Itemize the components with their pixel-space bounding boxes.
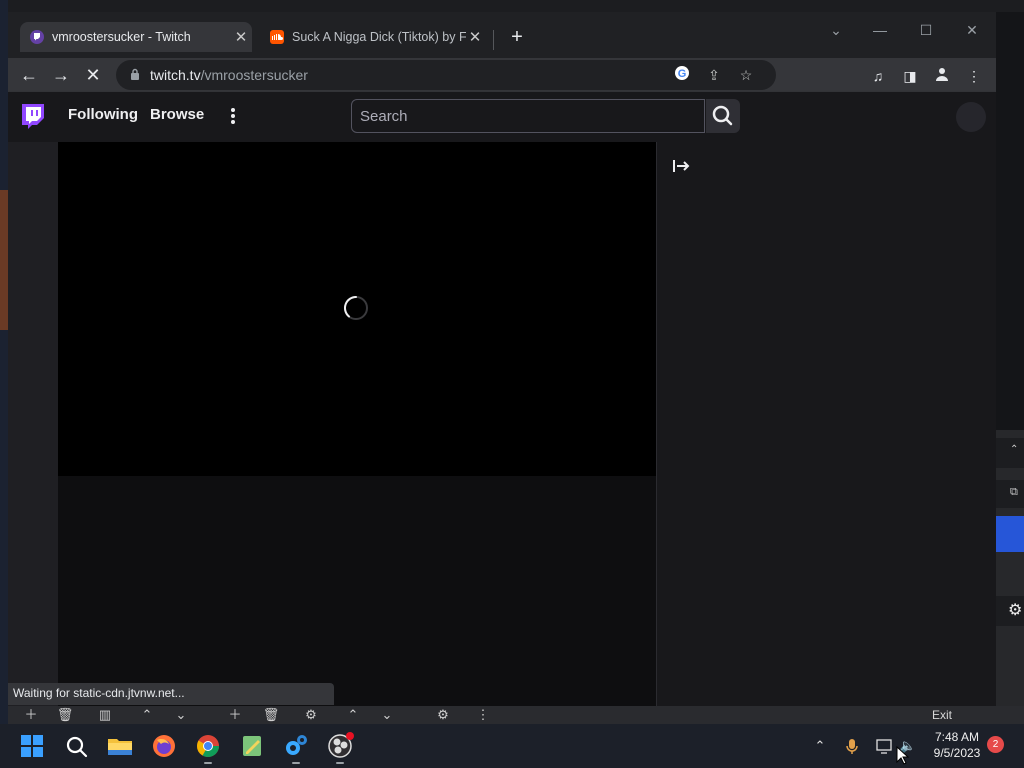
maximize-icon[interactable]: ☐	[904, 16, 948, 44]
tab-search-icon[interactable]: ⌄	[814, 16, 858, 44]
close-tab-icon[interactable]: ✕	[466, 28, 484, 46]
network-icon[interactable]	[874, 736, 894, 756]
taskbar: ⌃ 🔈 7:48 AM 9/5/2023 2	[0, 724, 1024, 768]
share-icon[interactable]: ⇪	[704, 65, 724, 85]
following-link[interactable]: Following	[68, 106, 138, 123]
profile-icon[interactable]	[932, 66, 952, 86]
clock-date: 9/5/2023	[933, 746, 981, 760]
search-button[interactable]	[706, 99, 740, 133]
video-player[interactable]	[58, 142, 656, 476]
tab-twitch[interactable]: vmroostersucker - Twitch ✕	[20, 22, 252, 52]
url-text[interactable]: twitch.tv/vmroostersucker	[150, 67, 308, 83]
tab-soundcloud[interactable]: Suck A Nigga Dick (Tiktok) by Fri ✕	[260, 22, 492, 52]
more-vertical-icon[interactable]	[228, 104, 238, 128]
background-app-panel: ⌃ ⧉ ⚙	[996, 430, 1024, 706]
status-bubble: Waiting for static-cdn.jtvnw.net...	[8, 683, 334, 705]
loading-spinner-icon	[344, 295, 368, 320]
minimize-icon[interactable]: —	[858, 16, 902, 44]
gear-icon[interactable]: ⚙	[996, 596, 1024, 626]
notification-badge[interactable]: 2	[987, 736, 1004, 753]
search-icon	[712, 105, 733, 126]
chevron-down-icon[interactable]: ⌄	[376, 706, 398, 724]
twitch-top-nav: Following Browse	[8, 92, 996, 142]
desktop-background-left	[0, 0, 8, 768]
url-host: twitch.tv	[150, 67, 201, 83]
tab-strip: vmroostersucker - Twitch ✕ Suck A Nigga …	[8, 12, 996, 58]
obs-icon[interactable]	[324, 730, 356, 764]
microphone-icon[interactable]	[842, 736, 862, 756]
close-tab-icon[interactable]: ✕	[232, 28, 250, 46]
background-app-selected-row[interactable]	[996, 516, 1024, 552]
background-app-toolbar: ＋ 🗑 ▥ ⌃ ⌄ ＋ 🗑 ⚙ ⌃ ⌄ ⚙ ⋮ Exit	[8, 706, 1024, 724]
forward-icon[interactable]: →	[48, 62, 74, 88]
desktop-background-top	[0, 0, 1024, 12]
soundcloud-favicon	[270, 30, 284, 44]
tab-separator	[493, 30, 494, 50]
tab-title: Suck A Nigga Dick (Tiktok) by Fri	[292, 30, 466, 44]
chevron-down-icon[interactable]: ⌄	[170, 706, 192, 724]
add-icon[interactable]: ＋	[20, 706, 42, 724]
twitch-logo-icon[interactable]	[20, 102, 46, 132]
lock-icon[interactable]	[130, 68, 140, 80]
search-input[interactable]	[360, 106, 690, 126]
browser-window: vmroostersucker - Twitch ✕ Suck A Nigga …	[8, 12, 996, 706]
google-lens-icon[interactable]: G	[672, 65, 692, 85]
trash-icon[interactable]: 🗑	[54, 706, 76, 724]
taskbar-clock[interactable]: 7:48 AM 9/5/2023	[926, 729, 988, 761]
back-icon[interactable]: ←	[16, 62, 42, 88]
background-app-window-icon[interactable]: ⧉	[996, 480, 1024, 508]
gears-icon[interactable]: ⚙	[432, 706, 454, 724]
browser-toolbar: ← → ✕ twitch.tv/vmroostersucker G ⇪ ☆ ♫ …	[8, 58, 996, 92]
side-nav-collapsed	[8, 142, 58, 706]
search-field[interactable]	[351, 99, 705, 133]
collapse-chat-icon[interactable]	[671, 156, 691, 176]
settings-gears-icon[interactable]	[280, 730, 312, 764]
clock-time: 7:48 AM	[934, 730, 980, 744]
gear-icon[interactable]: ⚙	[300, 706, 322, 724]
stop-loading-icon[interactable]: ✕	[80, 62, 106, 88]
notepad-app-icon[interactable]	[236, 730, 268, 762]
filter-icon[interactable]: ▥	[94, 706, 116, 724]
file-explorer-icon[interactable]	[104, 730, 136, 762]
show-hidden-icons-chevron-icon[interactable]: ⌃	[810, 736, 830, 756]
add-icon[interactable]: ＋	[224, 706, 246, 724]
firefox-icon[interactable]	[148, 730, 180, 762]
twitch-page: Following Browse	[8, 92, 996, 706]
channel-info-area	[58, 476, 656, 706]
background-app-stepper[interactable]: ⌃	[996, 438, 1024, 468]
more-vertical-icon[interactable]: ⋮	[472, 706, 494, 724]
avatar[interactable]	[956, 102, 986, 132]
chat-panel	[656, 142, 996, 706]
close-window-icon[interactable]: ✕	[950, 16, 994, 44]
exit-button[interactable]: Exit	[932, 708, 952, 722]
media-control-icon[interactable]: ♫	[868, 66, 888, 86]
search-icon[interactable]	[60, 730, 92, 762]
chrome-icon[interactable]	[192, 730, 224, 764]
side-panel-icon[interactable]: ◨	[900, 66, 920, 86]
windows-start-icon[interactable]	[16, 730, 48, 762]
chevron-up-icon[interactable]: ⌃	[136, 706, 158, 724]
url-path: /vmroostersucker	[200, 67, 308, 83]
bookmark-star-icon[interactable]: ☆	[736, 65, 756, 85]
address-bar[interactable]: twitch.tv/vmroostersucker G ⇪ ☆	[116, 60, 776, 90]
chevron-up-icon[interactable]: ⌃	[342, 706, 364, 724]
mouse-cursor-icon	[896, 746, 910, 765]
twitch-favicon	[30, 30, 44, 44]
menu-icon[interactable]: ⋮	[964, 66, 984, 86]
trash-icon[interactable]: 🗑	[260, 706, 282, 724]
browse-link[interactable]: Browse	[150, 106, 204, 123]
svg-text:G: G	[678, 68, 687, 80]
new-tab-button[interactable]: +	[506, 26, 528, 48]
tab-title: vmroostersucker - Twitch	[52, 30, 191, 44]
